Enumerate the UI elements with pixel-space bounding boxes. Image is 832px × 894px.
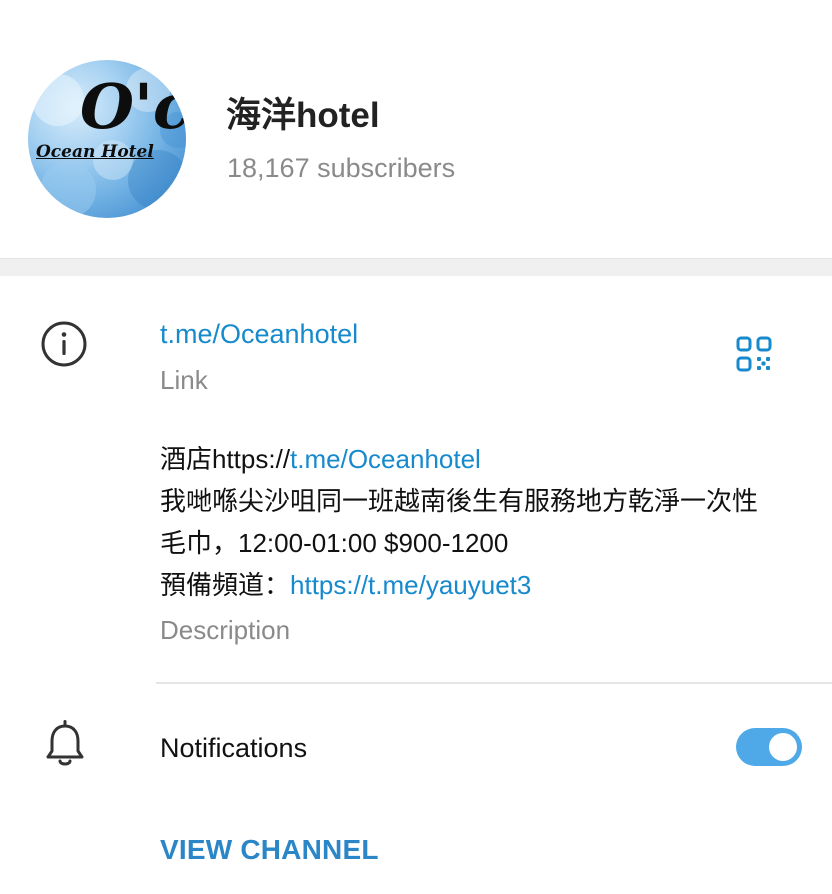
section-divider	[0, 258, 832, 276]
info-icon	[41, 321, 87, 367]
bell-icon	[46, 720, 84, 766]
channel-link[interactable]: t.me/Oceanhotel	[160, 314, 358, 354]
channel-avatar[interactable]: O'c Ocean Hotel	[28, 60, 186, 218]
description-line: 我哋喺尖沙咀同一班越南後生有服務地方乾淨一次性	[160, 486, 759, 516]
notifications-toggle[interactable]	[736, 728, 802, 766]
row-separator	[156, 682, 832, 684]
channel-description: 酒店https://t.me/Oceanhotel 我哋喺尖沙咀同一班越南後生有…	[160, 438, 800, 606]
description-text: 預備頻道：	[160, 570, 291, 600]
avatar-logo-caption: Ocean Hotel	[36, 142, 154, 162]
channel-header: O'c Ocean Hotel 海洋hotel 18,167 subscribe…	[0, 0, 832, 258]
qr-code-icon[interactable]	[736, 336, 772, 372]
description-link[interactable]: t.me/Oceanhotel	[290, 444, 481, 474]
toggle-knob	[766, 730, 800, 764]
channel-title: 海洋hotel	[226, 96, 380, 135]
backup-channel-link[interactable]: https://t.me/yauyuet3	[290, 570, 531, 600]
description-text: 酒店https://	[160, 444, 291, 474]
subscriber-count: 18,167 subscribers	[227, 153, 456, 183]
description-caption: Description	[160, 615, 291, 645]
description-line: 毛巾，12:00-01:00 $900-1200	[160, 528, 509, 558]
description-line: 酒店https://t.me/Oceanhotel	[160, 438, 800, 480]
avatar-logo-mark: O'c	[80, 70, 186, 143]
description-line: 預備頻道：https://t.me/yauyuet3	[160, 564, 800, 606]
link-caption: Link	[160, 365, 208, 395]
notifications-label: Notifications	[160, 733, 308, 763]
view-channel-button[interactable]: VIEW CHANNEL	[160, 830, 379, 870]
